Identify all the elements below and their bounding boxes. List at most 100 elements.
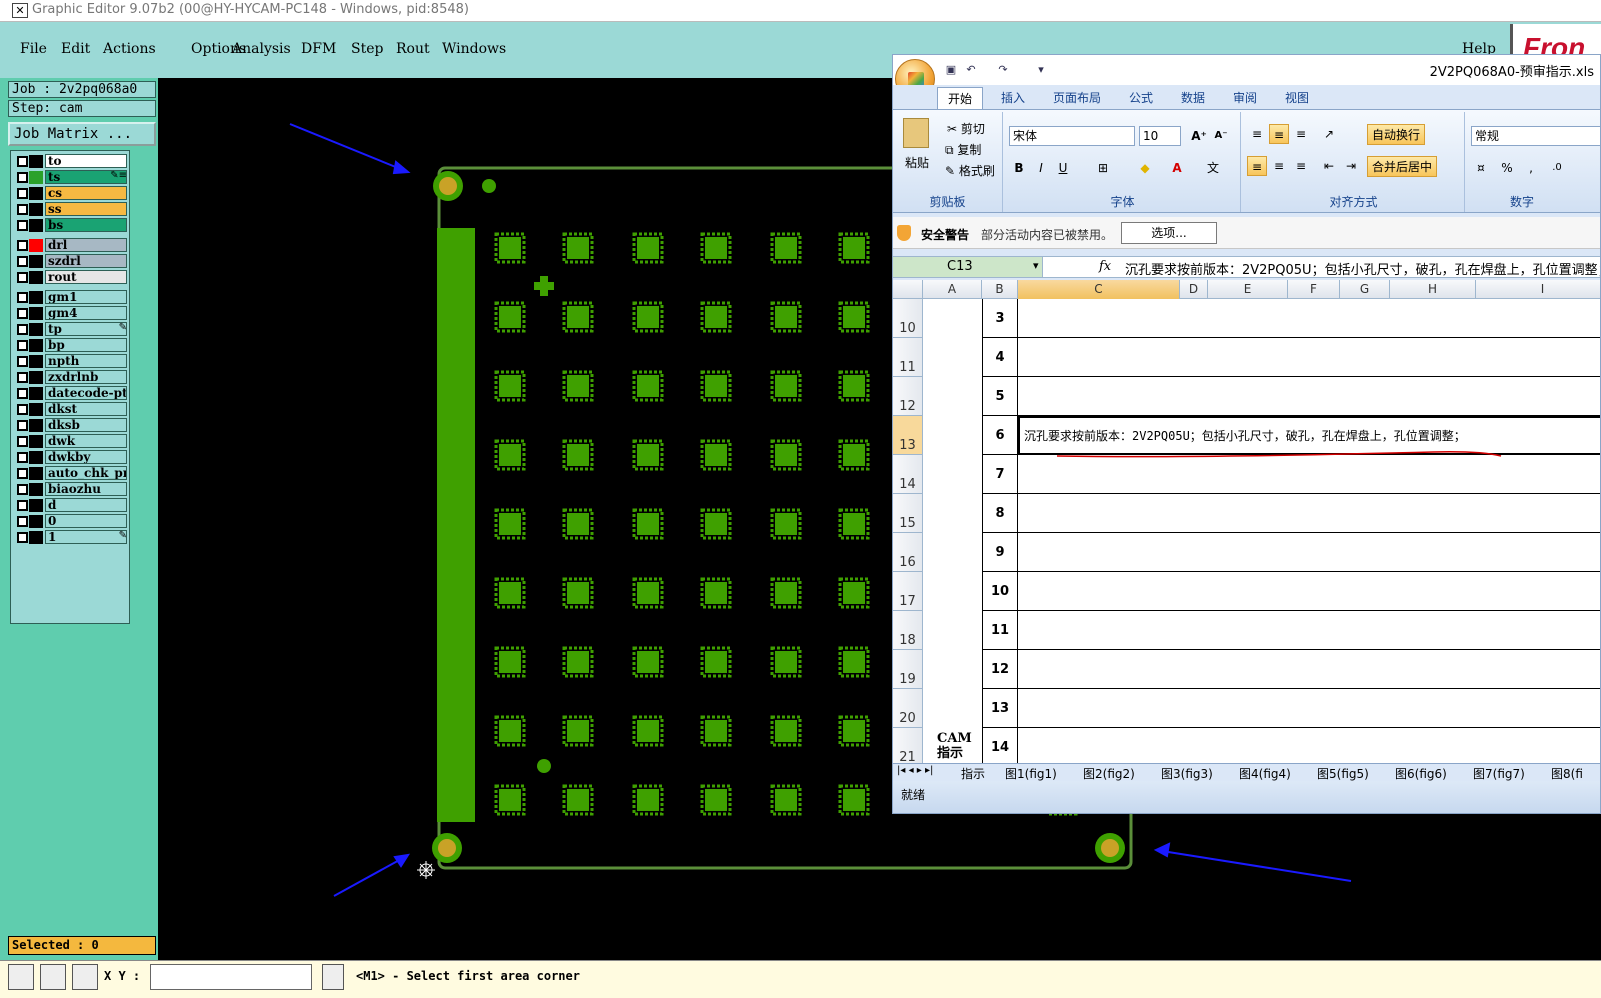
paste-icon[interactable]	[903, 118, 929, 148]
increase-indent-icon[interactable]: ⇥	[1341, 156, 1361, 176]
layer-color-swatch[interactable]	[29, 467, 43, 480]
select-tool-icon[interactable]	[8, 964, 34, 990]
font-color-icon[interactable]: A	[1167, 158, 1187, 178]
layer-name[interactable]: tp	[45, 322, 127, 336]
layer-checkbox[interactable]	[17, 272, 28, 283]
tab-page-layout[interactable]: 页面布局	[1053, 89, 1101, 106]
pause-icon[interactable]	[322, 964, 344, 990]
layer-checkbox[interactable]	[17, 452, 28, 463]
layer-row[interactable]: zxdrlnb	[11, 370, 129, 384]
sheet-tab[interactable]: 图6(fig6)	[1395, 765, 1447, 782]
item-number-cell[interactable]: 13	[982, 689, 1018, 728]
row-header[interactable]: 21	[893, 728, 923, 763]
layer-checkbox[interactable]	[17, 436, 28, 447]
item-number-cell[interactable]: 8	[982, 494, 1018, 533]
save-icon[interactable]: ▣	[943, 63, 959, 77]
name-box-dropdown-icon[interactable]: ▾	[1033, 259, 1039, 272]
layer-row[interactable]: gm4	[11, 306, 129, 320]
layer-checkbox[interactable]	[17, 172, 28, 183]
layer-name[interactable]: 0	[45, 514, 127, 528]
item-number-cell[interactable]: 4	[982, 338, 1018, 377]
layer-checkbox[interactable]	[17, 516, 28, 527]
font-size-select[interactable]: 10	[1139, 126, 1181, 146]
layer-checkbox[interactable]	[17, 292, 28, 303]
layer-row[interactable]: rout	[11, 270, 129, 284]
item-number-cell[interactable]: 11	[982, 611, 1018, 650]
formula-input[interactable]: 沉孔要求按前版本：2V2PQ05U；包括小孔尺寸，破孔，孔在焊盘上，孔位置调整；	[1125, 259, 1600, 278]
layer-color-swatch[interactable]	[29, 255, 43, 268]
font-name-select[interactable]: 宋体	[1009, 126, 1135, 146]
column-header[interactable]: D	[1180, 280, 1208, 299]
sheet-tab[interactable]: 图7(fig7)	[1473, 765, 1525, 782]
layer-row[interactable]: 0	[11, 514, 129, 528]
layer-color-swatch[interactable]	[29, 171, 43, 184]
tab-formulas[interactable]: 公式	[1129, 89, 1153, 106]
border-icon[interactable]: ⊞	[1093, 158, 1113, 178]
menu-file[interactable]: File	[20, 41, 47, 57]
sheet-tab[interactable]: 图8(fi	[1551, 765, 1583, 782]
align-center-icon[interactable]: ≡	[1269, 156, 1289, 176]
tab-data[interactable]: 数据	[1181, 89, 1205, 106]
layer-name[interactable]: bp	[45, 338, 127, 352]
content-cell[interactable]	[1018, 377, 1600, 416]
undo-icon[interactable]: ↶	[963, 63, 979, 77]
item-number-cell[interactable]: 7	[982, 455, 1018, 494]
row-header[interactable]: 14	[893, 455, 923, 494]
select-all-corner[interactable]	[893, 280, 923, 299]
sheet-nav-icon[interactable]: |◂ ◂ ▸ ▸|	[897, 765, 933, 776]
align-right-icon[interactable]: ≡	[1291, 156, 1311, 176]
shrink-font-icon[interactable]: A⁻	[1211, 126, 1231, 146]
layer-color-swatch[interactable]	[29, 371, 43, 384]
layer-checkbox[interactable]	[17, 532, 28, 543]
layer-row[interactable]: bp	[11, 338, 129, 352]
layer-name[interactable]: rout	[45, 270, 127, 284]
layer-row[interactable]: 1 ✎	[11, 530, 129, 544]
layer-color-swatch[interactable]	[29, 355, 43, 368]
tab-review[interactable]: 审阅	[1233, 89, 1257, 106]
menu-analysis[interactable]: Analysis	[232, 41, 291, 57]
item-number-cell[interactable]: 5	[982, 377, 1018, 416]
layer-checkbox[interactable]	[17, 340, 28, 351]
layer-name[interactable]: drl	[45, 238, 127, 252]
quick-access-menu-icon[interactable]: ▾	[1033, 63, 1049, 77]
redo-icon[interactable]: ↷	[995, 63, 1011, 77]
sheet-tab[interactable]: 指示	[961, 765, 985, 782]
item-number-cell[interactable]: 9	[982, 533, 1018, 572]
row-header[interactable]: 19	[893, 650, 923, 689]
sheet-tab[interactable]: 图5(fig5)	[1317, 765, 1369, 782]
column-header[interactable]: H	[1390, 280, 1476, 299]
layer-color-swatch[interactable]	[29, 451, 43, 464]
layer-color-swatch[interactable]	[29, 435, 43, 448]
sheet-tab[interactable]: 图3(fig3)	[1161, 765, 1213, 782]
bold-icon[interactable]: B	[1009, 158, 1029, 178]
layer-name[interactable]: dkst	[45, 402, 127, 416]
menu-dfm[interactable]: DFM	[301, 41, 336, 57]
layer-row[interactable]: dksb	[11, 418, 129, 432]
layer-color-swatch[interactable]	[29, 239, 43, 252]
layer-checkbox[interactable]	[17, 220, 28, 231]
layer-row[interactable]: ss	[11, 202, 129, 216]
layer-row[interactable]: gm1	[11, 290, 129, 304]
layer-color-swatch[interactable]	[29, 403, 43, 416]
layer-color-swatch[interactable]	[29, 271, 43, 284]
layer-name[interactable]: datecode-pte	[45, 386, 127, 400]
sheet-grid[interactable]: 10 3 11 4 12 5 13 6 14 7 15 8 16 9 17 10 18 11 19 12 20 13 21 1…	[893, 299, 1600, 763]
grid-tool-icon[interactable]	[72, 964, 98, 990]
layer-checkbox[interactable]	[17, 500, 28, 511]
row-header[interactable]: 20	[893, 689, 923, 728]
orientation-icon[interactable]: ↗	[1319, 124, 1339, 144]
layer-checkbox[interactable]	[17, 468, 28, 479]
item-number-cell[interactable]: 14	[982, 728, 1018, 763]
content-cell[interactable]	[1018, 611, 1600, 650]
content-cell[interactable]	[1018, 689, 1600, 728]
row-header[interactable]: 10	[893, 299, 923, 338]
column-header[interactable]: B	[982, 280, 1018, 299]
align-bottom-icon[interactable]: ≡	[1291, 124, 1311, 144]
layer-name[interactable]: biaozhu	[45, 482, 127, 496]
align-middle-icon[interactable]: ≡	[1269, 124, 1289, 144]
layer-row[interactable]: d	[11, 498, 129, 512]
layer-checkbox[interactable]	[17, 388, 28, 399]
layer-checkbox[interactable]	[17, 404, 28, 415]
layer-checkbox[interactable]	[17, 324, 28, 335]
layer-color-swatch[interactable]	[29, 203, 43, 216]
